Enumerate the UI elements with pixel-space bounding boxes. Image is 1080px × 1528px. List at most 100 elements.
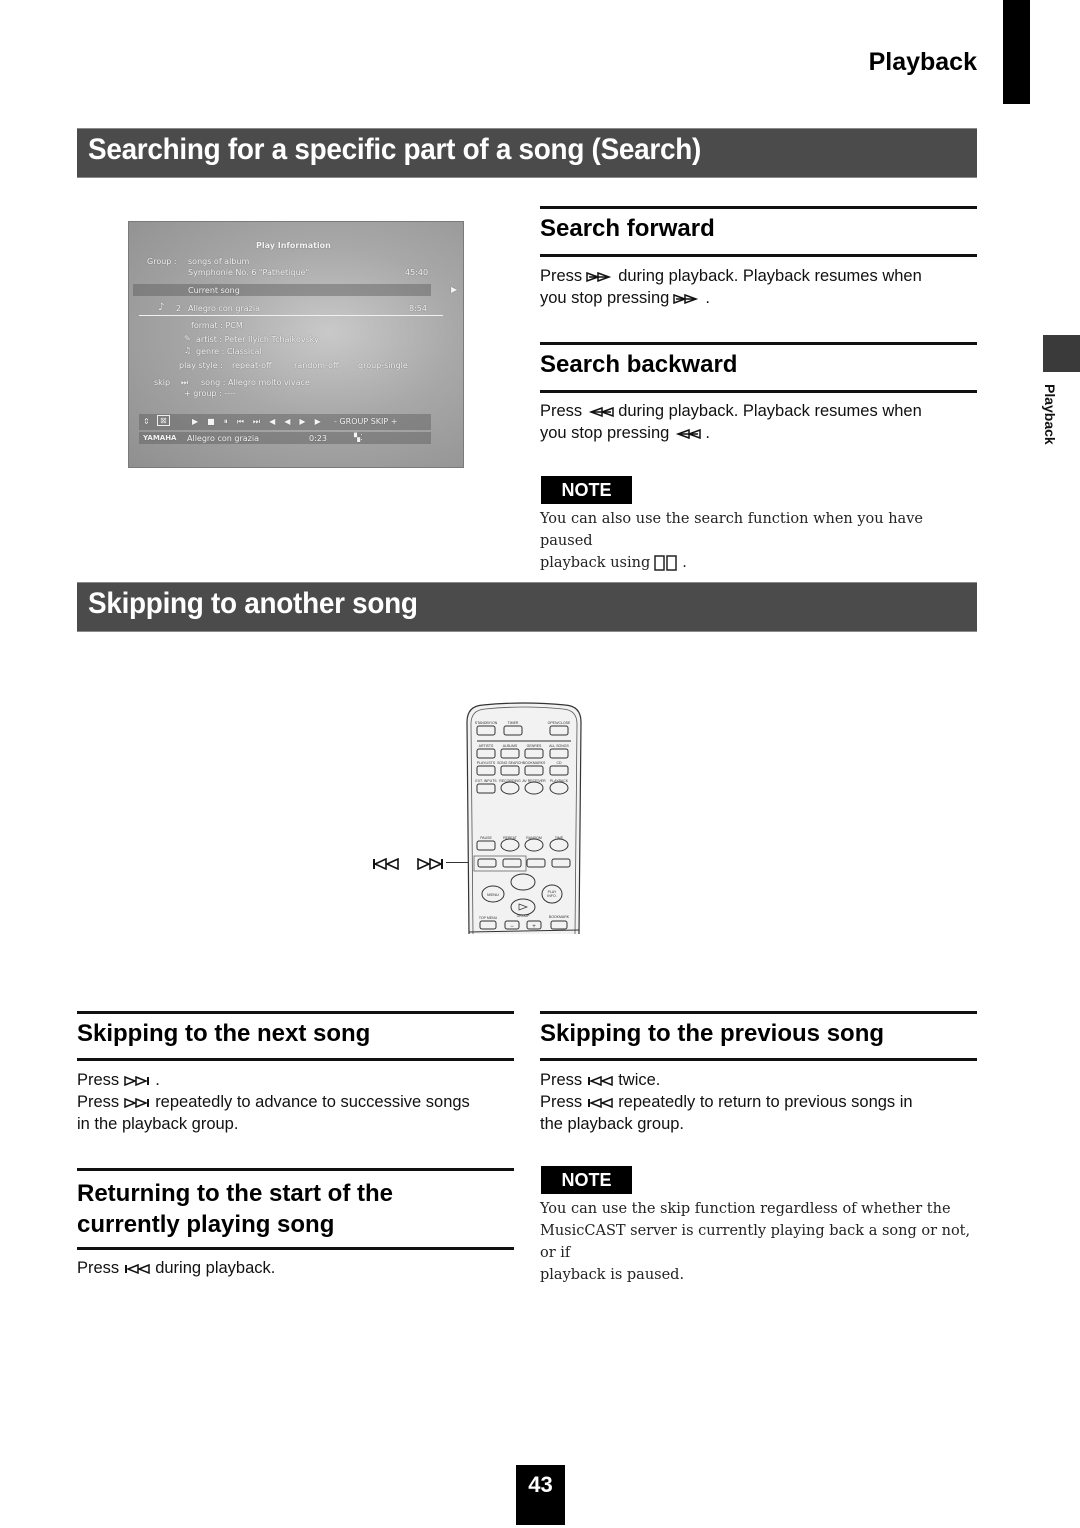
search-forward-heading: Search forward	[540, 215, 715, 242]
screen-elapsed-time: 0:23	[309, 434, 327, 443]
screen-play-style-random: random-off	[294, 361, 339, 370]
rule	[540, 1058, 977, 1061]
svg-text:SONG SEARCH: SONG SEARCH	[497, 761, 523, 765]
note-badge: NOTE	[541, 476, 632, 504]
skip-previous-icon	[372, 857, 400, 870]
skip-section-title: Skipping to another song	[88, 587, 418, 620]
svg-text:STANDBY/ON: STANDBY/ON	[475, 721, 498, 725]
svg-text:BOOKMARK: BOOKMARK	[549, 915, 570, 919]
skip-previous-icon	[586, 1097, 614, 1108]
play-information-screenshot: Play Information Group : songs of album …	[128, 221, 464, 468]
fast-forward-icon	[673, 293, 701, 304]
rule	[77, 1168, 514, 1171]
screen-arrow-right-icon: ▶	[451, 285, 458, 294]
rule	[77, 1247, 514, 1250]
svg-text:PLAYLISTS: PLAYLISTS	[477, 761, 496, 765]
svg-text:GENRES: GENRES	[527, 744, 542, 748]
next-song-heading: Skipping to the next song	[77, 1020, 371, 1047]
text: the playback group.	[540, 1115, 685, 1133]
svg-text:MENU: MENU	[487, 892, 499, 897]
text: You can use the skip function regardless…	[540, 1201, 951, 1217]
svg-text:PLAYBACK: PLAYBACK	[550, 779, 569, 783]
screen-skip-icon: ⏭	[181, 378, 189, 387]
search-backward-heading: Search backward	[540, 351, 738, 378]
remote-control-illustration: STANDBY/ON TIMER OPEN/CLOSE ARTISTS ALBU…	[463, 702, 585, 935]
search-section-title: Searching for a specific part of a song …	[88, 133, 701, 166]
text: Press	[540, 402, 583, 420]
rule	[540, 342, 977, 345]
screen-stop-box-icon: ⊠	[157, 415, 170, 426]
screen-level-icon: ▚⁚	[354, 433, 363, 442]
music-note-icon: ♪	[158, 302, 165, 313]
section-label: Playback	[868, 48, 977, 76]
text: during playback. Playback resumes when	[618, 402, 922, 420]
search-section-banner: Searching for a specific part of a song …	[77, 128, 977, 178]
current-song-bar	[133, 284, 431, 296]
previous-song-text: Press twice. Press repeatedly to return to…	[540, 1069, 980, 1135]
skip-note-text: You can use the skip function regardless…	[540, 1198, 985, 1286]
screen-play-style-group: group-single	[358, 361, 408, 370]
search-note-text: You can also use the search function whe…	[540, 508, 980, 574]
screen-group-skip: - GROUP SKIP +	[334, 417, 398, 426]
screen-format: format : PCM	[191, 321, 243, 330]
screen-title: Play Information	[256, 241, 331, 250]
screen-group-value-2: Symphonie No. 6 "Pathetique"	[188, 268, 310, 277]
skip-next-icon	[123, 1097, 151, 1108]
skip-next-icon	[123, 1075, 151, 1086]
text: repeatedly to return to previous songs i…	[618, 1093, 913, 1111]
callout-skip-symbols	[368, 855, 448, 873]
text: twice.	[618, 1071, 661, 1089]
skip-previous-icon	[123, 1263, 151, 1274]
rule	[540, 254, 977, 257]
svg-text:ALL SONGS: ALL SONGS	[549, 744, 569, 748]
screen-play-style-repeat: repeat-off	[232, 361, 272, 370]
skip-section-banner: Skipping to another song	[77, 582, 977, 632]
svg-text:ALBUMS: ALBUMS	[503, 744, 518, 748]
screen-track-name: Allegro con grazia	[188, 304, 260, 313]
text: Press	[77, 1071, 120, 1089]
rewind-icon	[673, 428, 702, 439]
svg-text:+: +	[532, 924, 536, 930]
svg-text:TIME: TIME	[555, 836, 564, 840]
screen-track-time: 8:54	[409, 304, 427, 313]
page-number: 43	[516, 1465, 565, 1525]
svg-text:RANDOM: RANDOM	[526, 836, 542, 840]
search-forward-text: Press during playback. Playback resumes w…	[540, 265, 980, 309]
chapter-tab-marker	[1003, 0, 1030, 104]
skip-next-icon	[416, 857, 444, 870]
next-song-text: Press. Press repeatedly to advance to suc…	[77, 1069, 517, 1135]
genre-icon: ♫	[184, 346, 192, 355]
svg-text:OPEN/CLOSE: OPEN/CLOSE	[548, 721, 571, 725]
side-tab-text: Playback	[1042, 384, 1058, 445]
text: playback using	[540, 555, 651, 571]
svg-text:REPEAT: REPEAT	[503, 836, 518, 840]
screen-group-time: 45:40	[405, 268, 429, 277]
text: currently playing song	[77, 1211, 335, 1238]
text: Returning to the start of the	[77, 1180, 393, 1207]
text: .	[705, 424, 710, 442]
text: you stop pressing	[540, 289, 670, 307]
note-badge: NOTE	[541, 1166, 632, 1194]
screen-genre: genre : Classical	[196, 347, 262, 356]
screen-transport-icons: ▶■⏸⏮⏭◀◀▶▶	[192, 417, 330, 426]
screen-skip-label: skip	[154, 378, 171, 387]
svg-text:BOOKMARKS: BOOKMARKS	[523, 761, 546, 765]
text: during playback. Playback resumes when	[618, 267, 922, 285]
rule	[77, 1011, 514, 1014]
screen-skip-group: + group : ----	[184, 389, 236, 398]
rule	[540, 206, 977, 209]
svg-text:TOP MENU: TOP MENU	[479, 916, 498, 920]
text: in the playback group.	[77, 1115, 239, 1133]
screen-now-playing: Allegro con grazia	[187, 434, 259, 443]
text: playback is paused.	[540, 1267, 685, 1283]
svg-text:TIMER: TIMER	[508, 721, 519, 725]
text: .	[705, 289, 710, 307]
side-tab-label: Playback	[1042, 384, 1066, 464]
text: you stop pressing	[540, 424, 670, 442]
rewind-icon	[586, 406, 614, 417]
pause-icon	[654, 555, 678, 571]
svg-text:RECORDING: RECORDING	[499, 779, 521, 783]
screen-up-down-icon: ⇕	[143, 417, 150, 426]
rule	[540, 390, 977, 393]
screen-group-label: Group :	[147, 257, 177, 266]
